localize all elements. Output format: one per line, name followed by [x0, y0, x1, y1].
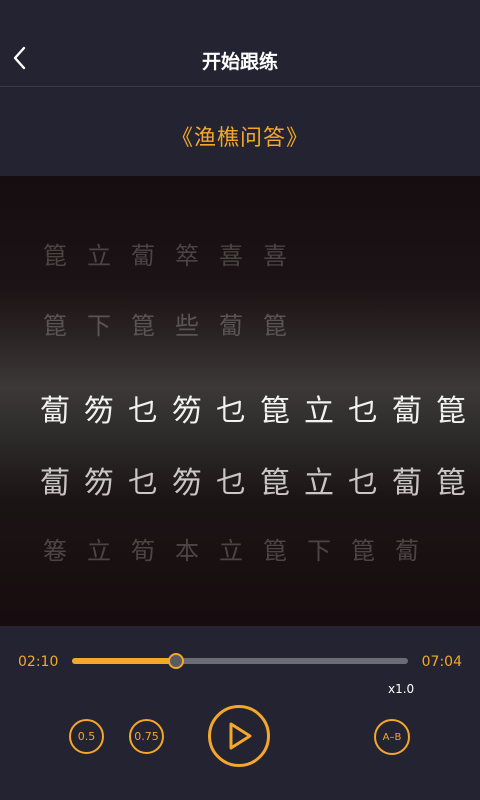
current-time: 02:10: [18, 654, 59, 670]
score-glyph: 箞: [43, 537, 67, 565]
score-glyph: 箟: [43, 242, 67, 270]
score-sheet: 箟立蔔箤喜喜 箟下箟些蔔箟 蔔笏乜笏乜箟立乜蔔箟 蔔笏乜笏乜箟立乜蔔箟 箞立筍本…: [0, 176, 480, 626]
score-glyph: 乜: [348, 394, 378, 429]
score-glyph: 立: [304, 394, 334, 429]
progress-bar[interactable]: [72, 653, 408, 669]
score-glyph: 箟: [436, 394, 466, 429]
score-row-current: 蔔笏乜笏乜箟立乜蔔箟: [40, 386, 466, 430]
score-glyph: 箟: [260, 394, 290, 429]
score-row: 蔔笏乜笏乜箟立乜蔔箟: [40, 458, 466, 502]
play-icon: [229, 722, 252, 750]
total-time: 07:04: [421, 654, 462, 670]
score-glyph: 笏: [172, 466, 202, 501]
score-glyph: 箟: [351, 537, 375, 565]
score-glyph: 乜: [128, 394, 158, 429]
score-glyph: 乜: [216, 466, 246, 501]
speed-075-button[interactable]: 0.75: [129, 719, 164, 754]
score-glyph: 立: [87, 242, 111, 270]
score-glyph: 筍: [131, 537, 155, 565]
score-glyph: 蔔: [392, 466, 422, 501]
score-glyph: 本: [175, 537, 199, 565]
score-glyph: 箤: [175, 242, 199, 270]
score-glyph: 立: [304, 466, 334, 501]
score-glyph: 箟: [43, 312, 67, 340]
score-glyph: 下: [307, 537, 331, 565]
score-glyph: 笏: [84, 394, 114, 429]
piece-title: 《渔樵问答》: [170, 126, 309, 151]
score-row: 箟下箟些蔔箟: [40, 306, 290, 341]
score-glyph: 立: [219, 537, 243, 565]
play-button[interactable]: [208, 705, 270, 767]
ab-repeat-button[interactable]: A–B: [374, 719, 410, 755]
player-controls: 02:10 07:04 x1.0 0.5 0.75 A–B: [0, 626, 480, 800]
score-glyph: 乜: [128, 466, 158, 501]
score-glyph: 喜: [219, 242, 243, 270]
speed-indicator: x1.0: [388, 682, 415, 696]
progress-thumb[interactable]: [168, 653, 185, 669]
score-glyph: 箟: [131, 312, 155, 340]
score-glyph: 蔔: [392, 394, 422, 429]
speed-05-button[interactable]: 0.5: [69, 719, 104, 754]
progress-fill: [72, 658, 177, 664]
score-glyph: 喜: [263, 242, 287, 270]
score-glyph: 蔔: [395, 537, 419, 565]
score-glyph: 蔔: [219, 312, 243, 340]
score-glyph: 立: [87, 537, 111, 565]
app-header: 开始跟练: [0, 0, 480, 87]
score-glyph: 箟: [263, 312, 287, 340]
score-glyph: 箟: [260, 466, 290, 501]
score-glyph: 乜: [216, 394, 246, 429]
score-glyph: 笏: [84, 466, 114, 501]
score-glyph: 箟: [436, 466, 466, 501]
score-row: 箟立蔔箤喜喜: [40, 236, 290, 271]
score-glyph: 箟: [263, 537, 287, 565]
score-glyph: 笏: [172, 394, 202, 429]
score-glyph: 蔔: [40, 394, 70, 429]
score-glyph: 下: [87, 312, 111, 340]
score-glyph: 乜: [348, 466, 378, 501]
score-glyph: 些: [175, 312, 199, 340]
score-row: 箞立筍本立箟下箟蔔: [40, 531, 422, 566]
page-title: 开始跟练: [201, 51, 278, 73]
score-glyph: 蔔: [40, 466, 70, 501]
score-glyph: 蔔: [131, 242, 155, 270]
